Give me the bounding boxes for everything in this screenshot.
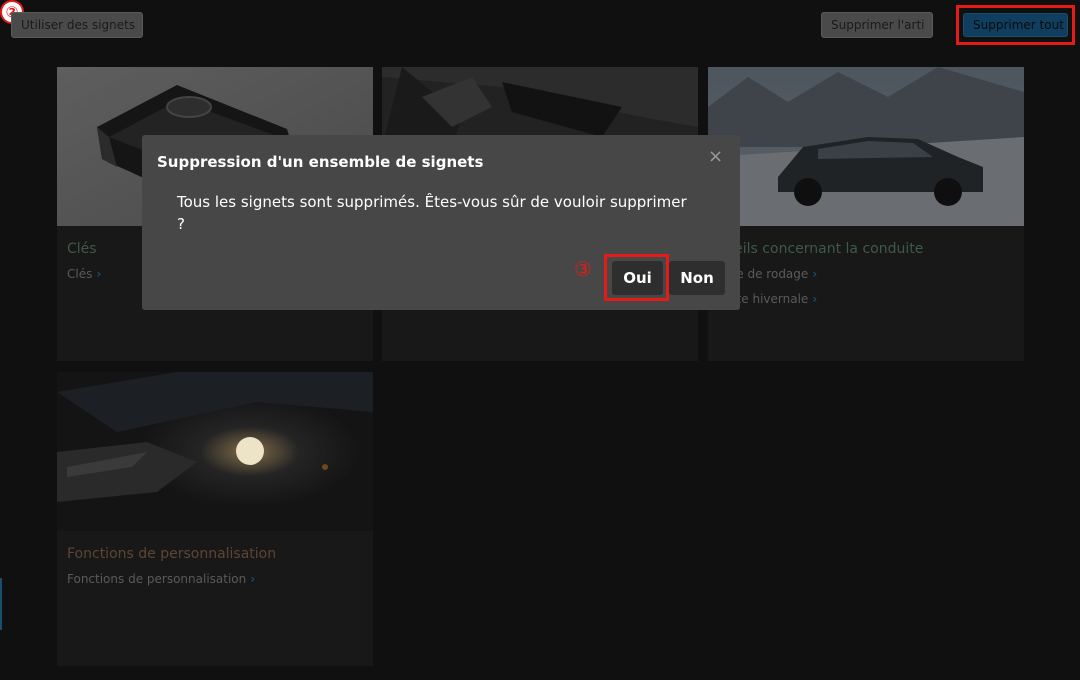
card-title[interactable]: Fonctions de personnalisation [67,546,276,562]
chevron-right-icon: › [250,572,256,586]
chevron-right-icon: › [96,267,102,281]
card-link-label: Fonctions de personnalisation [67,572,247,586]
bookmark-card-personalization[interactable]: Fonctions de personnalisation Fonctions … [57,372,373,666]
chevron-right-icon: › [812,292,818,306]
card-title[interactable]: nseils concernant la conduite [718,241,923,257]
close-icon[interactable]: × [708,148,723,166]
no-button[interactable]: Non [669,261,725,295]
scroll-accent [0,578,2,630]
card-link[interactable]: Clés › [67,267,101,281]
card-link[interactable]: Fonctions de personnalisation › [67,572,255,586]
step-3-marker: ③ [574,257,592,281]
card-title[interactable]: Clés [67,241,97,257]
bookmark-card-driving-tips[interactable]: nseils concernant la conduite iode de ro… [708,67,1024,361]
delete-all-button[interactable]: Supprimer tout [963,13,1068,37]
chevron-right-icon: › [812,267,818,281]
suv-snow-image [708,67,1024,226]
use-bookmarks-button[interactable]: Utiliser des signets [11,12,143,38]
card-link-label: Clés [67,267,93,281]
yes-button[interactable]: Oui [612,261,663,295]
headlight-image [57,372,373,531]
dialog-message: Tous les signets sont supprimés. Êtes-vo… [177,193,687,233]
delete-article-button[interactable]: Supprimer l'arti [821,12,933,38]
dialog-title: Suppression d'un ensemble de signets [157,153,484,171]
delete-bookmarks-dialog: Suppression d'un ensemble de signets × T… [142,135,740,310]
bookmarks-page: Utiliser des signets Supprimer l'arti Su… [0,0,1080,680]
